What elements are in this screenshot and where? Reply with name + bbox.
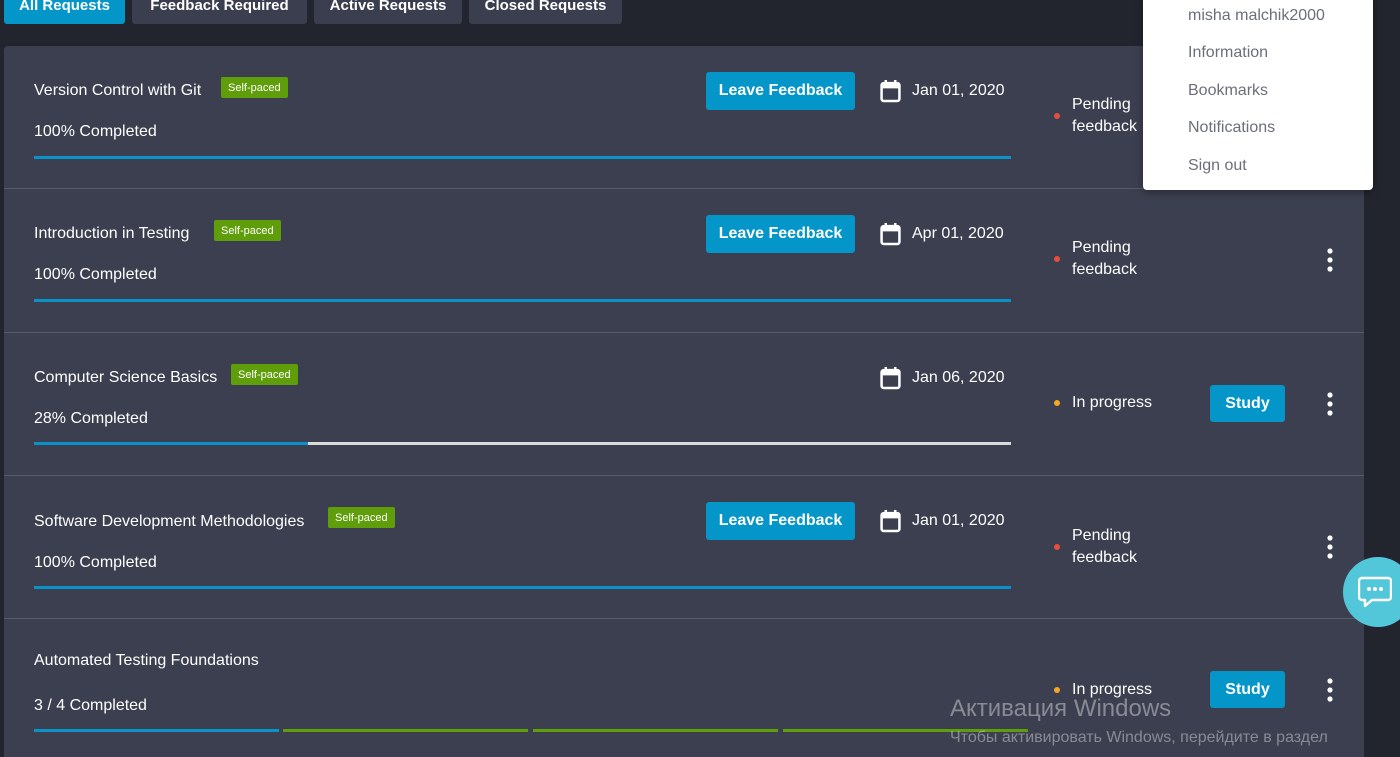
menu-item-sign-out[interactable]: Sign out [1188,157,1247,175]
study-button[interactable]: Study [1210,671,1285,708]
progress-text: 3 / 4 Completed [34,697,147,714]
status-text: In progress [1072,394,1153,411]
status-dot [1054,544,1060,550]
progress-bar [34,299,1011,302]
course-title[interactable]: Automated Testing Foundations [34,652,259,670]
more-options-icon[interactable] [1320,677,1340,703]
leave-feedback-button[interactable]: Leave Feedback [706,72,855,110]
course-row: Introduction in Testing Self-paced 100% … [4,189,1364,333]
status-text: In progress [1072,681,1153,698]
progress-segment [34,729,279,732]
status: Pending feedback [1054,237,1162,281]
course-title[interactable]: Introduction in Testing [34,225,189,243]
calendar-icon [880,509,901,533]
menu-username[interactable]: misha malchik2000 [1188,7,1325,25]
progress-bar [34,586,1011,589]
self-paced-badge: Self-paced [328,507,395,528]
progress-text: 100% Completed [34,554,157,571]
course-date: Jan 01, 2020 [880,79,1005,103]
leave-feedback-button[interactable]: Leave Feedback [706,502,855,540]
date-text: Jan 06, 2020 [912,369,1005,386]
self-paced-badge: Self-paced [231,364,298,385]
progress-text: 100% Completed [34,266,157,283]
tab-all-requests[interactable]: All Requests [4,0,125,24]
self-paced-badge: Self-paced [221,77,288,98]
menu-item-information[interactable]: Information [1188,44,1268,62]
progress-bar [34,442,1011,445]
course-title[interactable]: Computer Science Basics [34,369,217,387]
status: In progress [1054,679,1152,701]
tab-feedback-required[interactable]: Feedback Required [132,0,307,24]
user-menu-dropdown: misha malchik2000 Information Bookmarks … [1143,0,1373,190]
status-dot [1054,687,1060,693]
more-options-icon[interactable] [1320,391,1340,417]
progress-text: 28% Completed [34,410,148,427]
self-paced-badge: Self-paced [214,220,281,241]
status-text: Pending feedback [1072,239,1137,278]
progress-bar [34,156,1011,159]
tab-closed-requests[interactable]: Closed Requests [469,0,622,24]
course-date: Jan 01, 2020 [880,509,1005,533]
progress-fill [34,586,1011,589]
more-options-icon[interactable] [1320,534,1340,560]
date-text: Jan 01, 2020 [912,82,1005,99]
progress-text: 100% Completed [34,123,157,140]
progress-fill [34,156,1011,159]
progress-segment [283,729,528,732]
progress-segment [783,729,1028,732]
course-row: Software Development Methodologies Self-… [4,476,1364,619]
date-text: Jan 01, 2020 [912,512,1005,529]
chat-icon [1358,576,1392,608]
status: In progress [1054,392,1152,414]
course-title[interactable]: Software Development Methodologies [34,513,304,531]
study-button[interactable]: Study [1210,385,1285,422]
calendar-icon [880,366,901,390]
status: Pending feedback [1054,525,1162,569]
more-options-icon[interactable] [1320,247,1340,273]
date-text: Apr 01, 2020 [912,225,1004,242]
status-dot [1054,400,1060,406]
course-row: Automated Testing Foundations 3 / 4 Comp… [4,619,1364,757]
menu-item-notifications[interactable]: Notifications [1188,119,1275,137]
progress-fill [34,442,308,445]
menu-item-bookmarks[interactable]: Bookmarks [1188,82,1268,100]
course-date: Apr 01, 2020 [880,222,1004,246]
status-dot [1054,113,1060,119]
calendar-icon [880,79,901,103]
status-text: Pending feedback [1072,527,1137,566]
calendar-icon [880,222,901,246]
progress-segment [533,729,778,732]
leave-feedback-button[interactable]: Leave Feedback [706,215,855,253]
progress-fill [34,299,1011,302]
course-date: Jan 06, 2020 [880,366,1005,390]
course-title[interactable]: Version Control with Git [34,82,201,100]
status-dot [1054,256,1060,262]
tab-active-requests[interactable]: Active Requests [314,0,462,24]
course-row: Computer Science Basics Self-paced 28% C… [4,333,1364,476]
